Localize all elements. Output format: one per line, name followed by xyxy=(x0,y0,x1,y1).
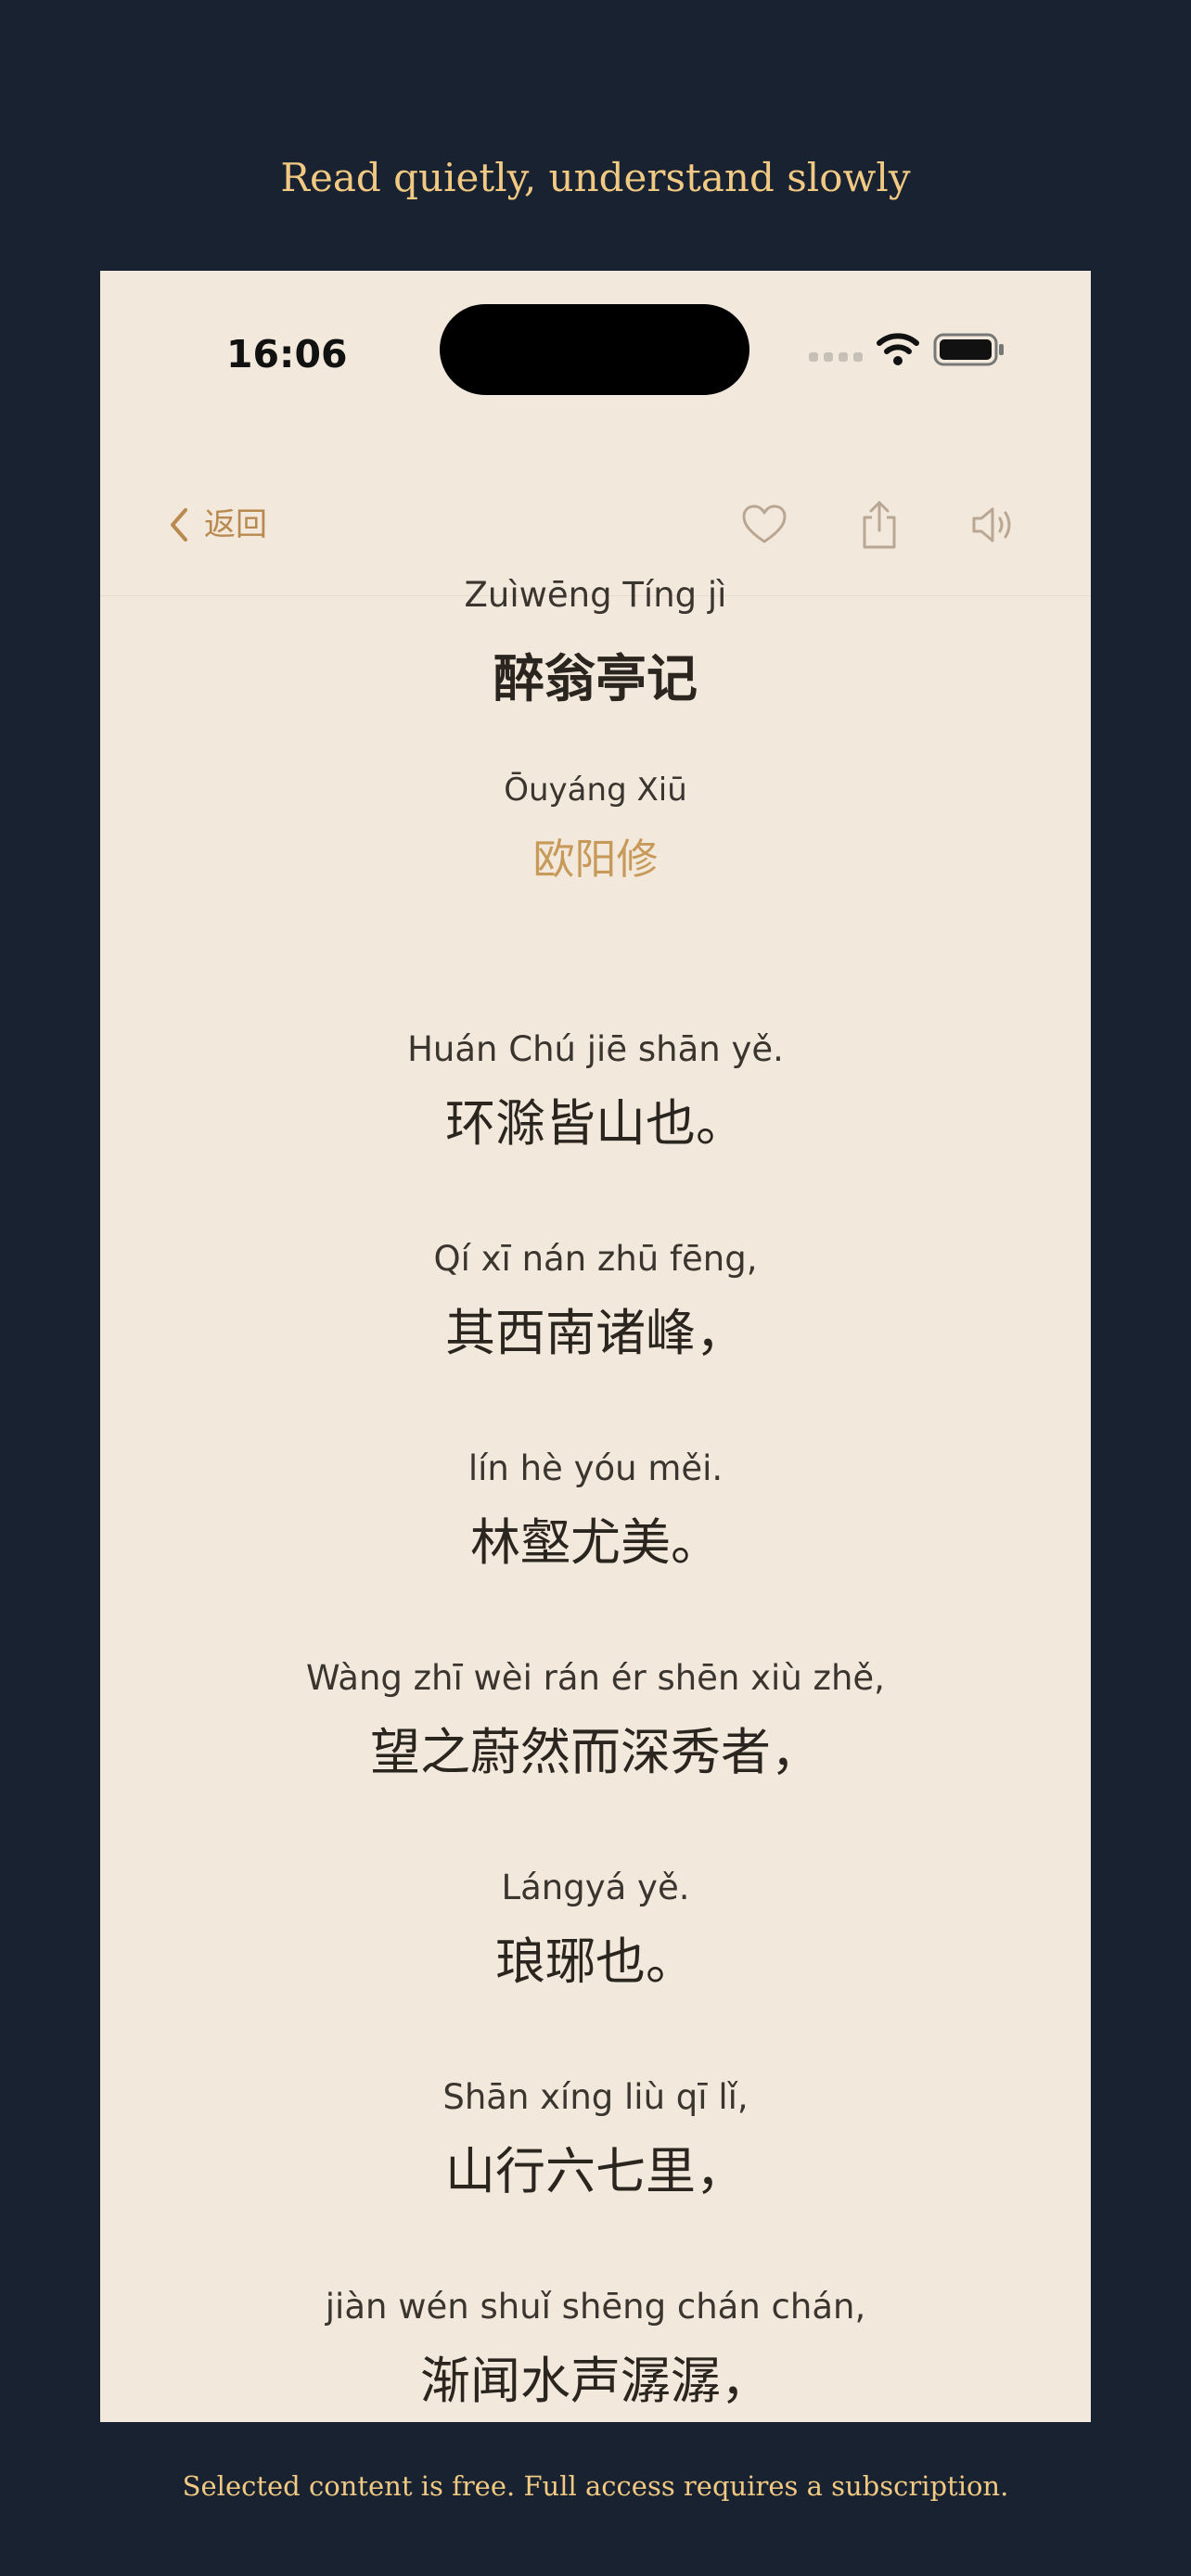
line-pinyin: jiàn wén shuǐ shēng chán chán, xyxy=(325,2287,866,2327)
chevron-left-icon xyxy=(171,508,187,542)
line-hanzi: 望之蔚然而深秀者， xyxy=(370,1723,821,1781)
line-pinyin: Huán Chú jiē shān yě. xyxy=(407,1029,784,1069)
battery-icon xyxy=(933,333,1004,366)
line-hanzi: 林壑尤美。 xyxy=(470,1513,721,1572)
phone-screen: 16:06 返回 Zuìwēng Tíng jì 醉翁亭记 Ōuyáng Xiū… xyxy=(100,271,1091,2422)
line-pinyin: Qí xī nán zhū fēng, xyxy=(433,1239,758,1279)
line-hanzi: 环滁皆山也。 xyxy=(445,1094,746,1153)
subscription-note: Selected content is free. Full access re… xyxy=(182,2470,1009,2502)
dynamic-island xyxy=(440,304,749,395)
poem-title: 醉翁亭记 xyxy=(493,649,698,708)
marketing-tagline: Read quietly, understand slowly xyxy=(280,155,911,200)
back-button[interactable]: 返回 xyxy=(167,497,267,553)
wifi-icon xyxy=(877,333,919,365)
share-icon[interactable] xyxy=(853,499,905,551)
speaker-icon[interactable] xyxy=(968,499,1020,551)
line-pinyin: Lángyá yě. xyxy=(501,1868,690,1907)
author-pinyin: Ōuyáng Xiū xyxy=(504,772,687,809)
line-hanzi: 琅琊也。 xyxy=(495,1932,696,1991)
line-pinyin: Shān xíng liù qī lǐ, xyxy=(442,2077,749,2117)
line-pinyin: Wàng zhī wèi rán ér shēn xiù zhě, xyxy=(306,1658,885,1698)
cellular-signal-icon xyxy=(809,352,863,365)
back-label: 返回 xyxy=(204,506,267,543)
line-hanzi: 其西南诸峰， xyxy=(445,1304,746,1362)
status-time: 16:06 xyxy=(226,332,348,376)
heart-icon[interactable] xyxy=(738,499,790,551)
line-hanzi: 山行六七里， xyxy=(445,2142,746,2200)
line-pinyin: lín hè yóu měi. xyxy=(467,1448,724,1488)
author-name[interactable]: 欧阳修 xyxy=(100,827,1091,892)
line-hanzi: 渐闻水声潺潺， xyxy=(420,2352,771,2410)
poem-title-pinyin: Zuìwēng Tíng jì xyxy=(464,575,727,615)
